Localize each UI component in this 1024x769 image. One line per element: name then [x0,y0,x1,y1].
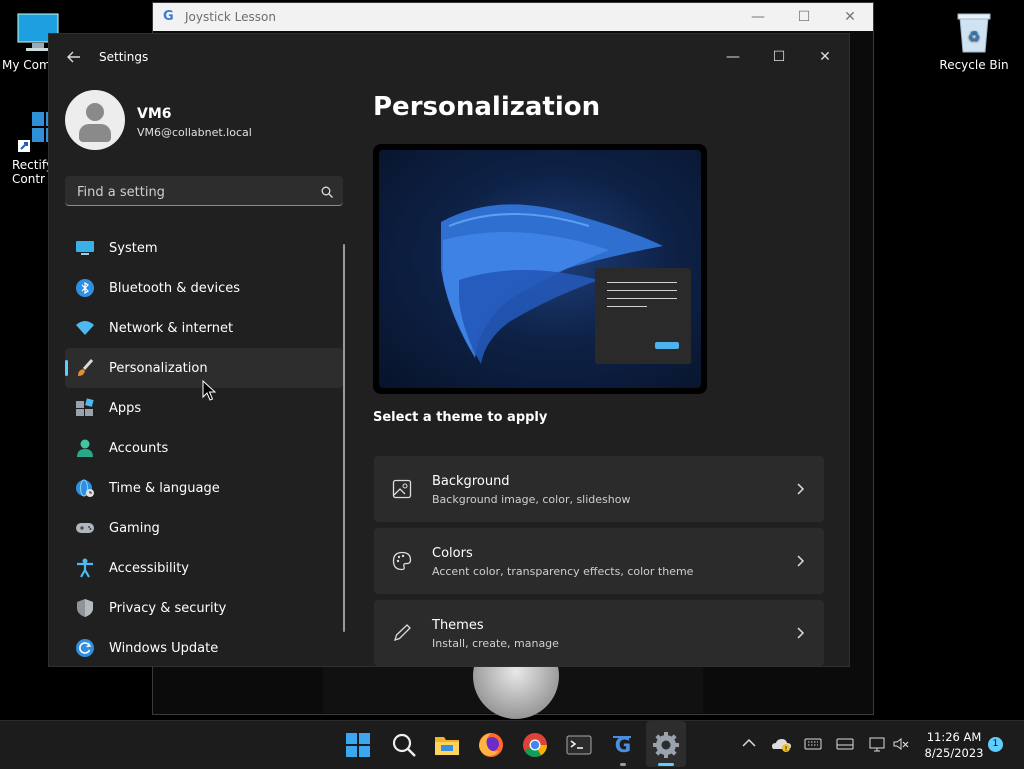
apps-icon [75,398,95,418]
drive-icon[interactable] [836,735,854,753]
chevron-up-icon[interactable] [740,735,758,753]
settings-gear-icon[interactable] [652,731,680,759]
nav-item-label: Privacy & security [109,600,227,616]
maximize-button[interactable]: ☐ [781,9,827,25]
personalization-page: Personalization Select a theme to apply [373,34,849,666]
taskbar: G ! 11:26 AM 8/25/2023 1 [0,720,1024,769]
card-subtitle: Background image, color, slideshow [432,493,631,506]
clock-date: 8/25/2023 [924,746,984,760]
keyboard-icon[interactable] [804,735,822,753]
active-indicator [658,763,674,766]
person-icon [75,438,95,458]
nav-item-label: Accounts [109,440,169,456]
pen-icon [392,623,412,643]
desktop-icon-label: Recycle Bin [939,58,1009,72]
themes-card[interactable]: Themes Install, create, manage [374,600,824,666]
user-name: VM6 [137,106,172,122]
update-icon [75,638,95,658]
close-button[interactable]: ✕ [827,9,873,25]
card-title: Colors [432,546,473,561]
network-icon[interactable] [868,735,886,753]
chevron-right-icon [796,480,806,498]
volume-muted-icon[interactable] [892,735,910,753]
search-input[interactable] [75,181,309,203]
window-title: Joystick Lesson [185,10,276,24]
nav-item-bluetooth-devices[interactable]: Bluetooth & devices [65,268,343,308]
firefox-icon[interactable] [477,731,505,759]
chrome-icon[interactable] [521,731,549,759]
running-indicator [620,763,626,766]
nav-item-label: Time & language [109,480,220,496]
recycle-bin-icon: ♻ [952,10,996,54]
palette-icon [392,551,412,571]
nav-item-network-internet[interactable]: Network & internet [65,308,343,348]
brush-icon [75,358,95,378]
desktop-icon-recycle-bin[interactable]: ♻ Recycle Bin [936,10,1012,72]
nav-scrollbar[interactable] [343,244,345,632]
monitor-icon [75,238,95,258]
user-email: VM6@collabnet.local [137,126,252,139]
background-card[interactable]: Background Background image, color, slid… [374,456,824,522]
settings-window[interactable]: Settings — ☐ ✕ VM6 VM6@collabnet.local S… [48,33,850,667]
theme-label: Select a theme to apply [373,410,548,425]
clock-time: 11:26 AM [926,730,982,744]
system-clock[interactable]: 11:26 AM 8/25/2023 [914,729,994,761]
shield-icon [75,598,95,618]
settings-title: Settings [99,50,149,64]
image-icon [392,479,412,499]
nav-item-system[interactable]: System [65,228,343,268]
bluetooth-icon [75,278,95,298]
start-windows-icon[interactable] [344,731,372,759]
gamepad-icon [75,518,95,538]
nav-item-label: System [109,240,158,256]
nav-item-label: Bluetooth & devices [109,280,240,296]
nav-item-label: Accessibility [109,560,189,576]
nav-item-windows-update[interactable]: Windows Update [65,628,343,666]
card-subtitle: Install, create, manage [432,637,559,650]
settings-nav: System Bluetooth & devices Network & int… [65,228,343,666]
card-subtitle: Accent color, transparency effects, colo… [432,565,694,578]
nav-item-time-language[interactable]: Time & language [65,468,343,508]
nav-item-label: Network & internet [109,320,234,336]
svg-text:!: ! [785,745,788,753]
nav-item-label: Personalization [109,360,208,376]
search-icon[interactable] [321,183,333,198]
search-icon[interactable] [390,731,418,759]
search-box[interactable] [65,176,343,206]
terminal-icon[interactable] [565,731,593,759]
wifi-icon [75,318,95,338]
accessibility-icon [75,558,95,578]
file-explorer-icon[interactable] [433,731,461,759]
preview-window [595,268,691,364]
back-arrow-icon[interactable] [65,48,83,66]
nav-item-privacy-security[interactable]: Privacy & security [65,588,343,628]
theme-preview [373,144,707,394]
svg-text:♻: ♻ [968,29,981,45]
nav-item-accessibility[interactable]: Accessibility [65,548,343,588]
desktop-icon-label: Rectify Contr [12,158,53,186]
onedrive-warning-icon[interactable]: ! [771,735,793,753]
mouse-cursor-icon [202,379,217,402]
nav-item-label: Apps [109,400,142,416]
nav-item-label: Gaming [109,520,160,536]
window-titlebar[interactable]: G Joystick Lesson — ☐ ✕ [153,3,873,31]
notification-badge[interactable]: 1 [988,737,1003,752]
chevron-right-icon [796,624,806,642]
avatar [65,90,125,150]
app-logo-icon: G [163,9,174,24]
page-title: Personalization [373,92,601,122]
joystick-app-icon[interactable]: G [609,731,637,759]
active-indicator [65,360,68,376]
chevron-right-icon [796,552,806,570]
colors-card[interactable]: Colors Accent color, transparency effect… [374,528,824,594]
nav-item-accounts[interactable]: Accounts [65,428,343,468]
card-title: Themes [432,618,484,633]
globe-clock-icon [75,478,95,498]
nav-item-gaming[interactable]: Gaming [65,508,343,548]
minimize-button[interactable]: — [735,9,781,25]
card-title: Background [432,474,510,489]
nav-item-label: Windows Update [109,640,219,656]
